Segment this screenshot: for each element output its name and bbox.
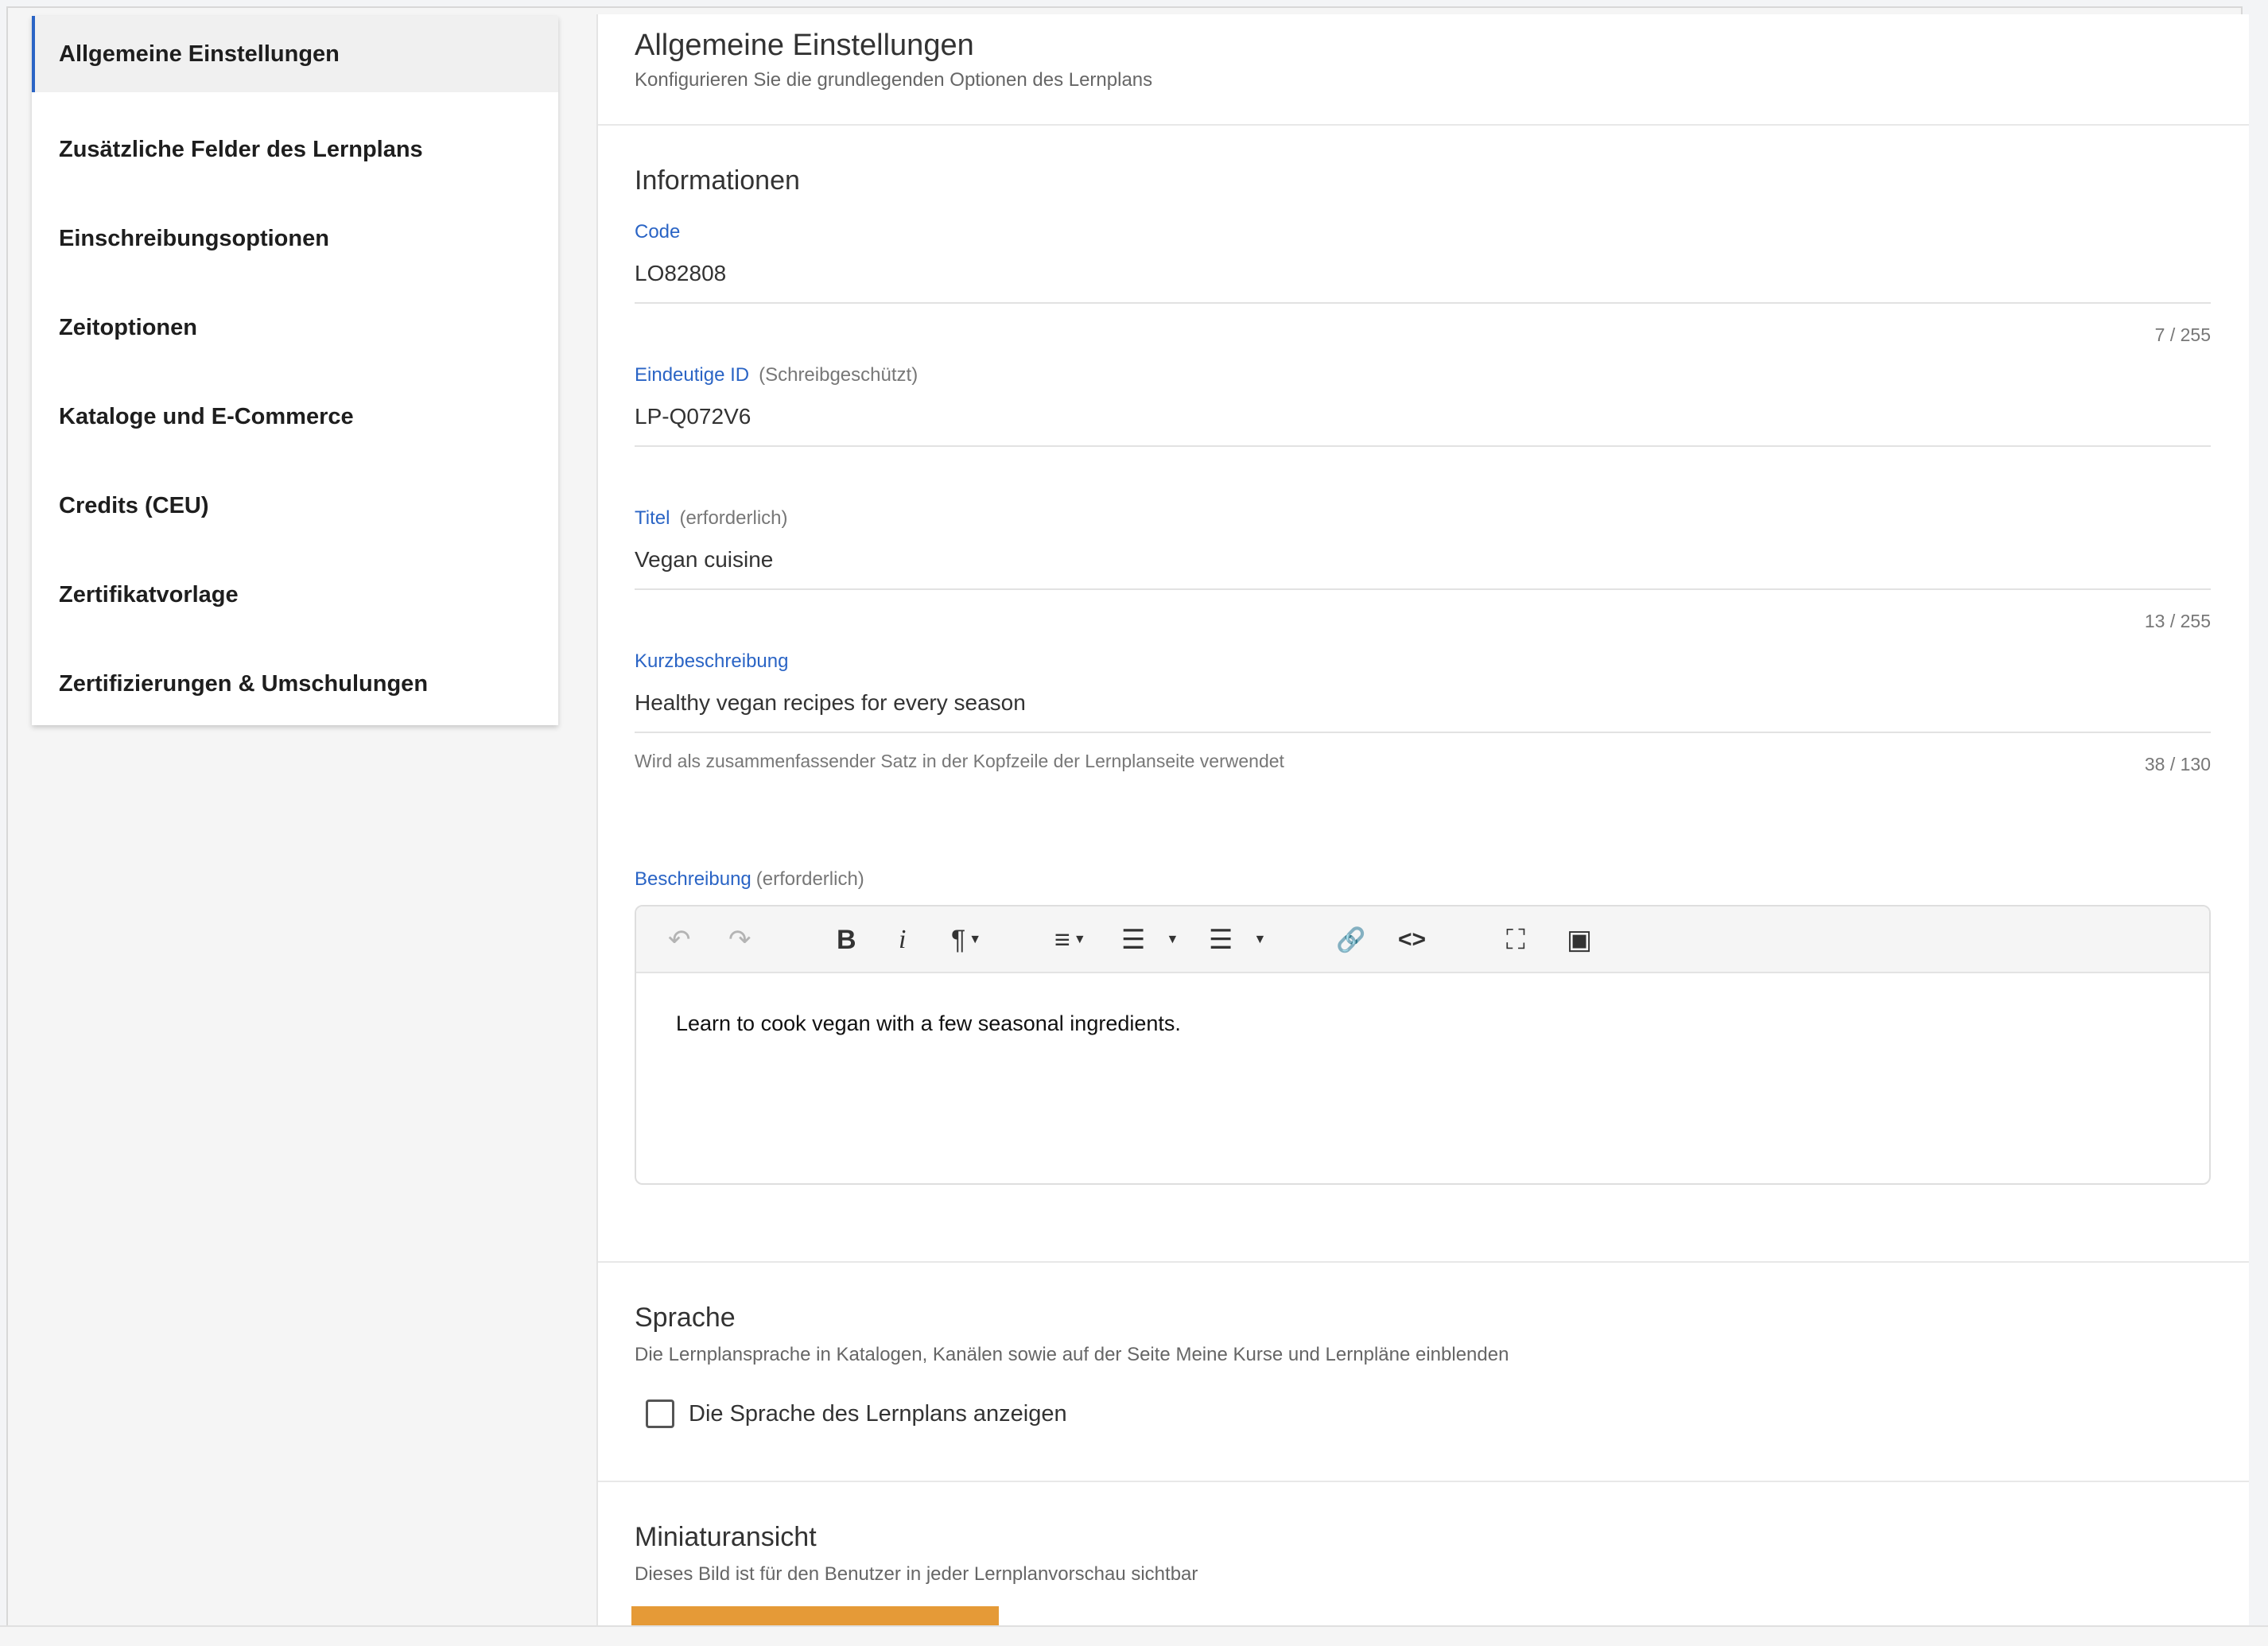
editor-toolbar: ↶ ↷ B i ¶ ▼ ≡ ▼ ☰ ▼ ☰ ▼ 🔗 <> ⛶ ▣	[636, 906, 2209, 973]
title-field[interactable]: Titel (erforderlich) Vegan cuisine 13 / 2…	[635, 507, 2211, 631]
ordered-list-dropdown[interactable]: ☰ ▼	[1121, 924, 1179, 956]
editor-content[interactable]: Learn to cook vegan with a few seasonal …	[636, 973, 2209, 1074]
code-input[interactable]: LO82808	[635, 261, 2211, 304]
section-title-thumbnail: Miniaturansicht	[635, 1522, 817, 1552]
bullet-list-dropdown[interactable]: ☰ ▼	[1209, 924, 1266, 956]
section-title-language: Sprache	[635, 1302, 736, 1333]
short-description-field[interactable]: Kurzbeschreibung Healthy vegan recipes f…	[635, 650, 2211, 774]
unique-id-field: Eindeutige ID (Schreibgeschützt) LP-Q072V…	[635, 364, 2211, 447]
show-language-label[interactable]: Die Sprache des Lernplans anzeigen	[689, 1401, 1067, 1427]
chevron-down-icon: ▼	[1073, 933, 1086, 946]
sidebar-item-label: Allgemeine Einstellungen	[59, 41, 340, 67]
align-dropdown[interactable]: ≡ ▼	[1054, 924, 1086, 956]
bold-icon[interactable]: B	[837, 924, 856, 956]
code-view-icon[interactable]: <>	[1398, 924, 1426, 956]
italic-icon[interactable]: i	[899, 924, 906, 956]
short-description-counter: 38 / 130	[2144, 754, 2211, 774]
sidebar-item-label: Zusätzliche Felder des Lernplans	[59, 136, 423, 162]
paragraph-icon: ¶	[951, 924, 966, 955]
chevron-down-icon: ▼	[1253, 933, 1267, 946]
sidebar-item-catalogs[interactable]: Kataloge und E-Commerce	[32, 372, 558, 461]
required-note: (erforderlich)	[755, 868, 864, 890]
code-label: Code	[635, 221, 681, 243]
sidebar-item-general[interactable]: Allgemeine Einstellungen	[32, 16, 558, 92]
short-description-label: Kurzbeschreibung	[635, 650, 789, 672]
divider	[598, 1481, 2249, 1482]
description-label: Beschreibung	[635, 868, 751, 890]
sidebar-item-label: Kataloge und E-Commerce	[59, 403, 354, 429]
show-language-checkbox[interactable]	[646, 1399, 674, 1428]
bottom-bar	[0, 1625, 2268, 1646]
page-header: Allgemeine Einstellungen Konfigurieren S…	[635, 29, 1152, 91]
fullscreen-icon[interactable]: ⛶	[1506, 924, 1525, 956]
rich-text-editor[interactable]: ↶ ↷ B i ¶ ▼ ≡ ▼ ☰ ▼ ☰ ▼ 🔗 <> ⛶ ▣ Learn to co…	[635, 905, 2211, 1185]
sidebar-item-time-options[interactable]: Zeitoptionen	[32, 283, 558, 372]
ordered-list-icon: ☰	[1121, 925, 1146, 955]
undo-icon[interactable]: ↶	[668, 924, 691, 956]
sidebar-item-label: Zertifizierungen & Umschulungen	[59, 670, 429, 697]
section-subtitle-language: Die Lernplansprache in Katalogen, Kanäle…	[635, 1344, 1509, 1365]
unique-id-label: Eindeutige ID	[635, 364, 750, 386]
title-counter: 13 / 255	[2144, 611, 2211, 631]
unique-id-value: LP-Q072V6	[635, 404, 2211, 447]
show-language-option[interactable]: Die Sprache des Lernplans anzeigen	[646, 1399, 1067, 1428]
align-left-icon: ≡	[1054, 924, 1070, 955]
chevron-down-icon: ▼	[969, 933, 982, 946]
chevron-down-icon: ▼	[1166, 933, 1179, 946]
link-icon[interactable]: 🔗	[1336, 924, 1365, 956]
sidebar-item-label: Einschreibungsoptionen	[59, 225, 329, 251]
short-description-hint: Wird als zusammenfassender Satz in der K…	[635, 751, 1284, 771]
image-icon[interactable]: ▣	[1567, 924, 1592, 956]
title-label: Titel	[635, 507, 670, 529]
sidebar-item-label: Zeitoptionen	[59, 314, 197, 340]
paragraph-format-dropdown[interactable]: ¶ ▼	[951, 924, 981, 956]
page-title: Allgemeine Einstellungen	[635, 29, 974, 62]
sidebar-item-credits[interactable]: Credits (CEU)	[32, 461, 558, 550]
sidebar-item-enrollment[interactable]: Einschreibungsoptionen	[32, 194, 558, 283]
sidebar-item-label: Credits (CEU)	[59, 492, 209, 518]
sidebar-item-certifications[interactable]: Zertifizierungen & Umschulungen	[32, 639, 558, 728]
app-frame: Allgemeine Einstellungen Zusätzliche Fel…	[6, 6, 2249, 1640]
code-counter: 7 / 255	[2154, 324, 2211, 345]
divider	[598, 124, 2249, 126]
description-label-row: Beschreibung (erforderlich)	[635, 868, 2211, 891]
readonly-note: (Schreibgeschützt)	[759, 364, 918, 386]
sidebar-item-additional-fields[interactable]: Zusätzliche Felder des Lernplans	[32, 105, 558, 194]
page-subtitle: Konfigurieren Sie die grundlegenden Opti…	[635, 69, 1153, 91]
section-subtitle-thumbnail: Dieses Bild ist für den Benutzer in jede…	[635, 1563, 1198, 1585]
title-input[interactable]: Vegan cuisine	[635, 547, 2211, 590]
code-field[interactable]: Code LO82808 7 / 255	[635, 221, 2211, 345]
short-description-input[interactable]: Healthy vegan recipes for every season	[635, 690, 2211, 733]
divider	[598, 1261, 2249, 1263]
required-note: (erforderlich)	[679, 507, 788, 529]
redo-icon[interactable]: ↷	[728, 924, 751, 956]
sidebar-item-certificate-template[interactable]: Zertifikatvorlage	[32, 550, 558, 639]
bullet-list-icon: ☰	[1209, 925, 1233, 955]
settings-main: Allgemeine Einstellungen Konfigurieren S…	[596, 14, 2249, 1636]
settings-sidebar: Allgemeine Einstellungen Zusätzliche Fel…	[32, 16, 558, 725]
section-title-info: Informationen	[635, 165, 800, 196]
sidebar-item-label: Zertifikatvorlage	[59, 581, 239, 608]
